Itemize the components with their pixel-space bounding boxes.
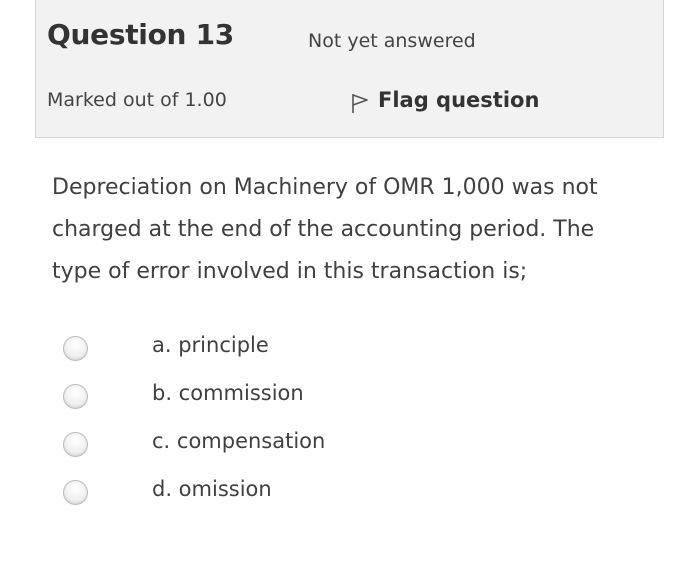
answer-label: b. commission	[152, 381, 304, 405]
answer-option-b[interactable]: b. commission	[0, 375, 420, 415]
radio-button[interactable]	[63, 336, 88, 361]
question-number: Question 13	[47, 18, 234, 51]
question-text-line: Depreciation on Machinery of OMR 1,000 w…	[52, 175, 598, 200]
question-text-line: type of error involved in this transacti…	[52, 259, 528, 284]
question-text: Depreciation on Machinery of OMR 1,000 w…	[52, 167, 652, 293]
radio-button[interactable]	[63, 432, 88, 457]
flag-question-label: Flag question	[378, 88, 540, 112]
answer-label: a. principle	[152, 333, 269, 357]
flag-question-button[interactable]: Flag question	[350, 86, 539, 114]
answer-option-c[interactable]: c. compensation	[0, 423, 420, 463]
flag-icon	[350, 86, 370, 114]
question-grade: Marked out of 1.00	[47, 89, 227, 111]
answer-option-d[interactable]: d. omission	[0, 471, 420, 511]
answer-label: c. compensation	[152, 429, 326, 453]
radio-button[interactable]	[63, 384, 88, 409]
answer-option-a[interactable]: a. principle	[0, 327, 420, 367]
answer-label: d. omission	[152, 477, 272, 501]
question-text-line: charged at the end of the accounting per…	[52, 217, 595, 242]
question-state: Not yet answered	[308, 30, 476, 52]
radio-button[interactable]	[63, 480, 88, 505]
question-info-panel: Question 13 Not yet answered Marked out …	[35, 0, 664, 138]
